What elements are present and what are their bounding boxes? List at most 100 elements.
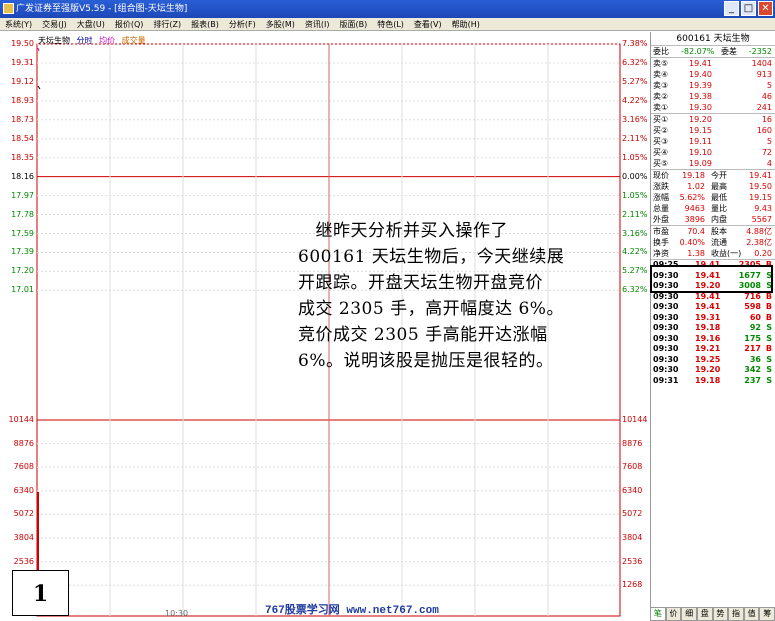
tab-avg-price[interactable]: 均价 (99, 36, 115, 45)
buy-level-price: 19.15 (689, 126, 712, 135)
sell-level: 卖① 19.30 241 (651, 102, 775, 113)
close-icon[interactable]: ✕ (758, 1, 773, 16)
tick-direction: S (766, 365, 772, 374)
tab-volume[interactable]: 成交量 (122, 36, 146, 45)
stat-label: 流通 (711, 238, 727, 247)
menu-item-9[interactable]: 版面(B) (334, 18, 372, 30)
panel-tab[interactable]: 势 (712, 607, 729, 621)
stat-value: 19.15 (749, 193, 772, 202)
stat-label: 市盈 (653, 227, 669, 236)
stat-row: 净资 1.38 收益(一) 0.20 (651, 248, 775, 259)
price-line (37, 85, 41, 90)
price-axis-left-label: 18.35 (11, 152, 34, 162)
tick-time: 09:31 (653, 375, 679, 385)
volume-axis-right-label: 5072 (622, 509, 643, 519)
buy-level-volume: 16 (761, 115, 772, 124)
window-title: 广发证券至强版V5.59 - [组合图-天坛生物] (16, 4, 188, 14)
menu-item-5[interactable]: 报表(B) (186, 18, 224, 30)
menu-item-6[interactable]: 分析(F) (224, 18, 261, 30)
volume-axis-left-label: 3804 (13, 533, 34, 542)
panel-tab[interactable]: 笔 (650, 607, 666, 621)
stat-label: 现价 (653, 171, 669, 180)
menu-item-8[interactable]: 资讯(I) (300, 18, 335, 30)
stat-label: 最低 (711, 193, 727, 202)
stat-label: 收益(一) (711, 249, 742, 258)
panel-tab[interactable]: 筹 (759, 607, 775, 621)
tick-volume: 598 (744, 302, 761, 311)
stat-row: 换手 0.40% 流通 2.38亿 (651, 237, 775, 248)
volume-axis-right-label: 3804 (622, 533, 643, 542)
sell-level-label: 卖② (653, 92, 669, 101)
annotation-line: 600161 天坛生物后，今天继续展 (298, 247, 565, 267)
panel-tab[interactable]: 指 (728, 607, 744, 621)
stat-value: 19.18 (682, 171, 705, 180)
price-axis-left-label: 17.39 (11, 247, 34, 257)
percent-axis-right-label: 5.27% (622, 266, 648, 276)
menu-item-4[interactable]: 排行(Z) (148, 18, 186, 30)
annotation-line: 继昨天分析并买入操作了 (298, 221, 508, 241)
menu-item-7[interactable]: 多股(M) (261, 18, 300, 30)
stat-value: 4.88亿 (746, 227, 772, 236)
minimize-icon[interactable]: _ (724, 1, 739, 16)
menu-item-0[interactable]: 系统(Y) (0, 18, 37, 30)
price-axis-left-label: 17.59 (11, 228, 34, 238)
menu-item-10[interactable]: 特色(L) (372, 18, 409, 30)
menu-item-11[interactable]: 查看(V) (409, 18, 447, 30)
stat-value: 0.40% (679, 238, 705, 247)
percent-axis-right-label: 0.00% (622, 171, 648, 181)
panel-stock-title: 600161 天坛生物 (651, 32, 775, 46)
price-axis-left-label: 19.50 (11, 39, 34, 48)
buy-level-label: 买① (653, 115, 669, 124)
price-axis-left-label: 17.20 (11, 266, 34, 276)
tick-time: 09:30 (653, 354, 679, 364)
buy-level-label: 买③ (653, 137, 669, 146)
tick-price: 19.21 (695, 344, 721, 353)
stat-label: 内盘 (711, 215, 727, 224)
panel-tab[interactable]: 盘 (696, 607, 713, 621)
sell-level: 卖⑤ 19.41 1404 (651, 58, 775, 69)
tick-volume: 36 (749, 354, 761, 364)
stat-row: 涨幅 5.62% 最低 19.15 (651, 192, 775, 203)
volume-axis-right-label: 10144 (622, 415, 648, 424)
tick-row: 09:30 19.41 716 B (651, 292, 775, 303)
stat-label: 净资 (653, 249, 669, 258)
percent-axis-right-label: 2.11% (622, 209, 648, 219)
tick-row: 09:30 19.25 36 S (651, 355, 775, 366)
weicha-label: 委差 (721, 47, 737, 56)
menu-item-12[interactable]: 帮助(H) (447, 18, 485, 30)
panel-tab[interactable]: 价 (665, 607, 682, 621)
tick-row: 09:30 19.21 217 B (651, 344, 775, 355)
tick-time: 09:30 (653, 302, 679, 311)
stat-value: 19.50 (749, 182, 772, 191)
tick-price: 19.18 (695, 375, 721, 385)
window-title-bar: 广发证券至强版V5.59 - [组合图-天坛生物] _ □ ✕ (0, 0, 775, 18)
tick-direction: S (766, 354, 772, 364)
weibi-label: 委比 (653, 47, 669, 56)
panel-tab[interactable]: 值 (743, 607, 760, 621)
tab-intraday[interactable]: 分时 (77, 36, 93, 45)
weibi-row: 委比 -82.07% 委差 -2352 (651, 46, 775, 57)
annotation-line: 开跟踪。开盘天坛生物开盘竞价 (298, 273, 543, 293)
price-axis-left-label: 19.12 (11, 76, 34, 86)
menu-item-1[interactable]: 交易(J) (37, 18, 72, 30)
volume-axis-left-label: 7608 (13, 462, 34, 472)
panel-tab[interactable]: 细 (681, 607, 697, 621)
maximize-icon[interactable]: □ (741, 1, 756, 16)
stat-label: 总量 (653, 204, 669, 213)
menu-item-2[interactable]: 大盘(U) (72, 18, 110, 30)
sell-level-volume: 46 (761, 92, 772, 101)
stat-label: 今开 (711, 171, 727, 180)
menu-item-3[interactable]: 报价(Q) (110, 18, 149, 30)
tick-row: 09:30 19.18 92 S (651, 323, 775, 334)
buy-level-label: 买④ (653, 148, 669, 157)
tick-price: 19.41 (695, 302, 721, 311)
tick-row: 09:30 19.20 342 S (651, 365, 775, 376)
auction-highlight-box (650, 265, 773, 293)
percent-axis-right-label: 2.11% (622, 133, 648, 143)
stat-value: 70.4 (687, 227, 705, 236)
tick-volume: 60 (749, 312, 761, 322)
volume-axis-right-label: 2536 (622, 556, 643, 566)
tick-time: 09:30 (653, 312, 679, 322)
stat-value: 3896 (684, 215, 705, 224)
tick-time: 09:30 (653, 333, 679, 343)
